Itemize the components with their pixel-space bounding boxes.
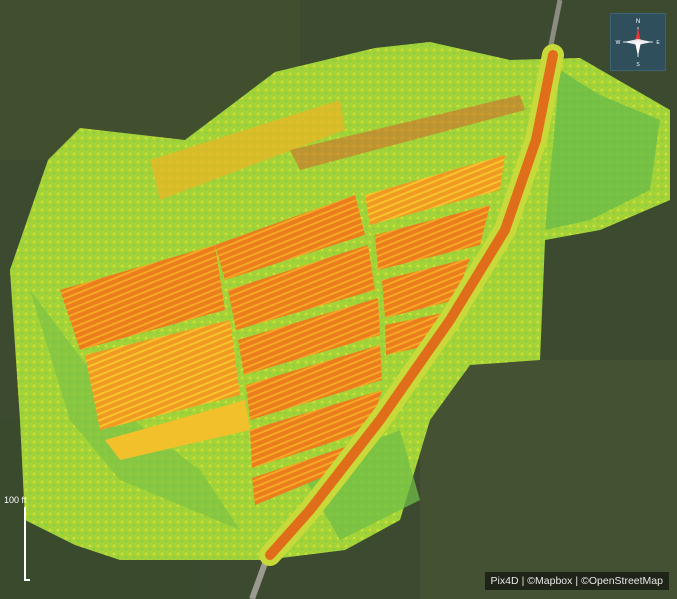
compass-rose-icon: N S E W: [616, 19, 661, 68]
attribution-separator: |: [575, 575, 579, 587]
compass-north-label: N: [636, 19, 640, 25]
attribution-openstreetmap[interactable]: ©OpenStreetMap: [581, 575, 663, 587]
attribution-pix4d[interactable]: Pix4D: [491, 575, 519, 587]
scale-foot: [24, 579, 30, 581]
compass-west-label: W: [616, 40, 621, 46]
map-attribution: Pix4D | ©Mapbox | ©OpenStreetMap: [484, 572, 669, 590]
map-canvas[interactable]: [0, 0, 677, 599]
scale-line: [24, 507, 26, 581]
attribution-separator: |: [521, 575, 525, 587]
compass[interactable]: N S E W: [610, 13, 666, 71]
attribution-mapbox[interactable]: ©Mapbox: [527, 575, 572, 587]
scale-label: 100 ft: [4, 495, 27, 505]
compass-east-label: E: [656, 40, 660, 46]
scale-bar: 100 ft: [4, 495, 44, 587]
compass-south-label: S: [636, 62, 640, 68]
